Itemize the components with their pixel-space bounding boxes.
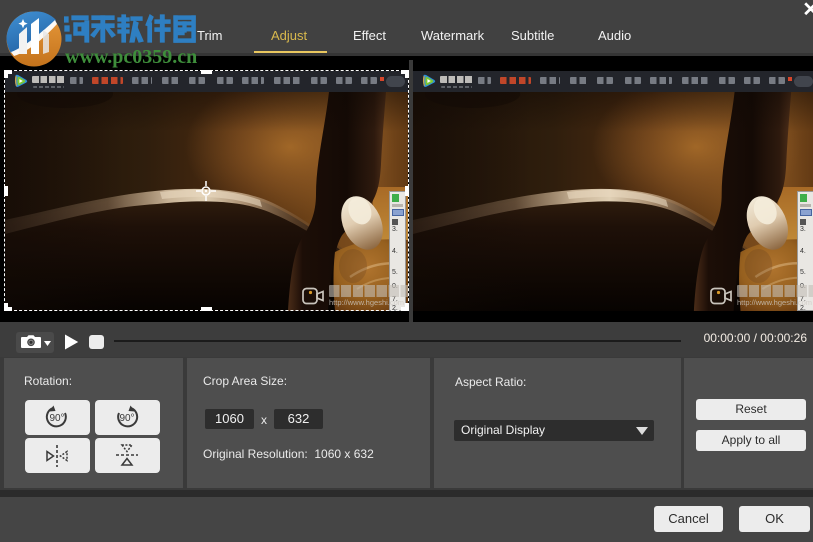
svg-text:90°: 90° — [119, 413, 134, 424]
svg-text:90°: 90° — [49, 413, 64, 424]
